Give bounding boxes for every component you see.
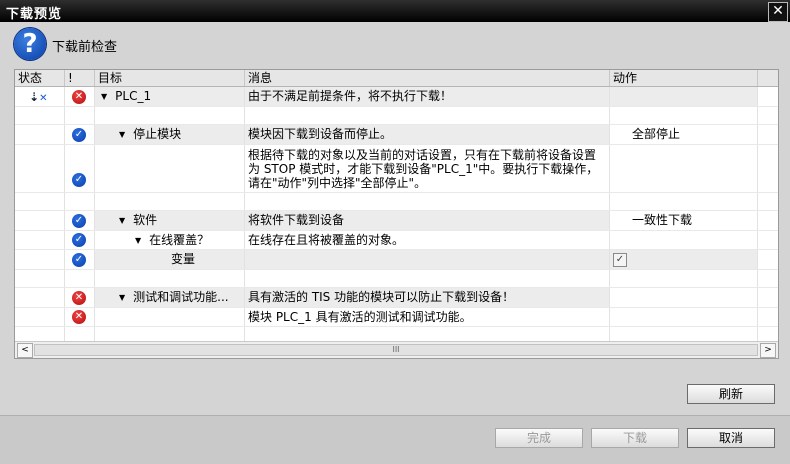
download-preview-dialog: 下载预览 ✕ ? 下载前检查 状态 ! 目标 消息 动作 ⇣✕ ✕ ▼ PLC_1… [0,0,790,464]
table-row[interactable]: ✕ 模块 PLC_1 具有激活的测试和调试功能。 [15,308,778,327]
error-icon: ✕ [72,90,86,104]
table-row [15,270,778,288]
scroll-thumb[interactable]: III [34,344,758,356]
dialog-footer: 完成 下载 取消 [0,416,790,464]
overwrite-checkbox[interactable]: ✓ [613,253,627,267]
row-target: ▼ 测试和调试功能... [95,288,244,307]
table-header: 状态 ! 目标 消息 动作 [15,70,778,87]
table-row[interactable]: ✓ ▼ 软件 将软件下载到设备 一致性下载 [15,211,778,231]
column-header-severity[interactable]: ! [65,70,95,86]
action-select-download[interactable]: 一致性下载 [610,211,757,230]
table-row[interactable]: ✓ 根据待下载的对象以及当前的对话设置，只有在下载前将设备设置为 STOP 模式… [15,145,778,193]
column-header-action[interactable]: 动作 [610,70,758,86]
error-icon: ✕ [72,310,86,324]
cancel-button[interactable]: 取消 [687,428,775,448]
title-bar: 下载预览 ✕ [0,0,790,22]
finish-button[interactable]: 完成 [495,428,583,448]
download-load-icon: ⇣✕ [29,90,48,104]
expand-icon[interactable]: ▼ [119,211,125,230]
ok-icon: ✓ [72,233,86,247]
row-target: ▼ 停止模块 [95,125,244,144]
row-message: 模块因下载到设备而停止。 [245,125,609,144]
scroll-left-button[interactable]: < [17,343,33,358]
row-message: 模块 PLC_1 具有激活的测试和调试功能。 [248,310,472,324]
row-target: ▼ PLC_1 [95,87,244,106]
expand-icon[interactable]: ▼ [119,288,125,307]
row-message: 由于不满足前提条件，将不执行下载！ [245,87,609,106]
ok-icon: ✓ [72,253,86,267]
row-action [610,87,757,106]
ok-icon: ✓ [72,128,86,142]
column-header-status[interactable]: 状态 [15,70,65,86]
row-message: 具有激活的 TIS 功能的模块可以防止下载到设备！ [245,288,609,307]
table-row[interactable]: ✓ ▼ 在线覆盖？ 在线存在且将被覆盖的对象。 [15,231,778,250]
row-action: ✓ [610,250,757,269]
close-button[interactable]: ✕ [768,2,788,22]
row-target: ▼ 在线覆盖？ [95,231,244,249]
expand-icon[interactable]: ▼ [101,87,107,106]
download-button[interactable]: 下载 [591,428,679,448]
check-table: 状态 ! 目标 消息 动作 ⇣✕ ✕ ▼ PLC_1 由于不满足前提条件，将不执行… [14,69,779,359]
row-target: ▼ 软件 [95,211,244,230]
action-select-stop[interactable]: 全部停止 [610,125,757,144]
row-message: 在线存在且将被覆盖的对象。 [248,233,405,247]
table-row[interactable]: ✕ ▼ 测试和调试功能... 具有激活的 TIS 功能的模块可以防止下载到设备！ [15,288,778,308]
row-message [245,250,609,269]
table-row[interactable]: ✓ 变量 ✓ [15,250,778,270]
help-icon: ? [14,28,46,60]
row-target: 变量 [95,250,244,269]
table-row [15,193,778,211]
table-row [15,107,778,125]
column-header-filler [758,70,778,86]
row-message: 根据待下载的对象以及当前的对话设置，只有在下载前将设备设置为 STOP 模式时，… [248,148,599,190]
expand-icon[interactable]: ▼ [135,232,141,249]
error-icon: ✕ [72,291,86,305]
expand-icon[interactable]: ▼ [119,125,125,144]
column-header-message[interactable]: 消息 [245,70,610,86]
table-row[interactable]: ⇣✕ ✕ ▼ PLC_1 由于不满足前提条件，将不执行下载！ [15,87,778,107]
table-row[interactable]: ✓ ▼ 停止模块 模块因下载到设备而停止。 全部停止 [15,125,778,145]
horizontal-scrollbar[interactable]: < III > [15,341,778,358]
ok-icon: ✓ [72,173,86,187]
row-message: 将软件下载到设备 [245,211,609,230]
ok-icon: ✓ [72,214,86,228]
dialog-header: ? 下载前检查 [0,22,790,68]
window-title: 下载预览 [6,7,63,22]
scroll-right-button[interactable]: > [760,343,776,358]
refresh-button[interactable]: 刷新 [687,384,775,404]
header-text: 下载前检查 [52,40,118,55]
column-header-target[interactable]: 目标 [95,70,245,86]
